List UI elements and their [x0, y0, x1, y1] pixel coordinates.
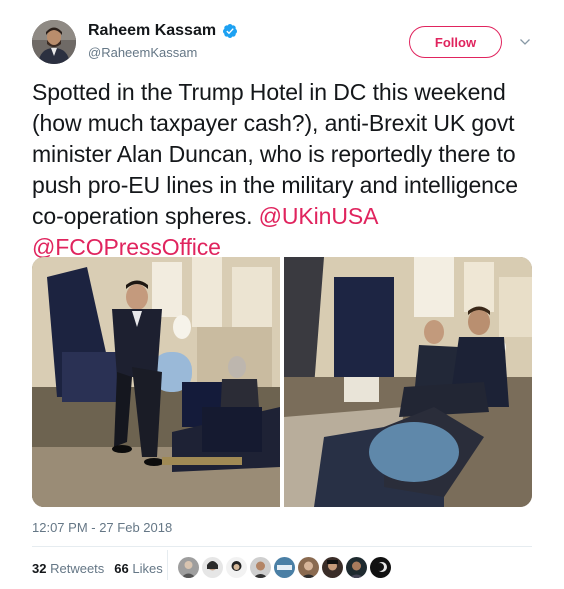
liker-avatar[interactable] [178, 557, 199, 578]
author-name-row[interactable]: Raheem Kassam [88, 22, 238, 40]
liker-avatar[interactable] [322, 557, 343, 578]
likers-avatars [178, 557, 391, 578]
tweet-photo[interactable] [284, 257, 532, 507]
tweet-photo[interactable] [32, 257, 280, 507]
tweet-text: Spotted in the Trump Hotel in DC this we… [32, 77, 532, 263]
chevron-down-icon[interactable] [519, 36, 531, 48]
stats-separator [167, 550, 168, 580]
verified-badge-icon [223, 24, 238, 38]
liker-avatar[interactable] [298, 557, 319, 578]
mention-link[interactable]: @UKinUSA [259, 203, 378, 229]
author-display-name[interactable]: Raheem Kassam [88, 22, 216, 40]
tweet-card: Raheem Kassam @RaheemKassam Follow Spott… [0, 0, 564, 589]
likes-count: 66 [114, 561, 129, 576]
liker-avatar[interactable] [370, 557, 391, 578]
follow-button[interactable]: Follow [409, 26, 502, 58]
retweets-count: 32 [32, 561, 47, 576]
liker-avatar[interactable] [202, 557, 223, 578]
retweets-stat[interactable]: 32 Retweets [32, 561, 104, 576]
likes-label: Likes [132, 561, 163, 576]
liker-avatar[interactable] [274, 557, 295, 578]
divider [32, 546, 532, 547]
liker-avatar[interactable] [250, 557, 271, 578]
author-avatar[interactable] [32, 20, 76, 64]
tweet-photos [32, 257, 532, 507]
retweets-label: Retweets [50, 561, 105, 576]
liker-avatar[interactable] [226, 557, 247, 578]
tweet-timestamp[interactable]: 12:07 PM - 27 Feb 2018 [32, 520, 172, 535]
tweet-stats: 32 Retweets 66 Likes [32, 561, 173, 576]
author-handle[interactable]: @RaheemKassam [88, 45, 197, 60]
liker-avatar[interactable] [346, 557, 367, 578]
likes-stat[interactable]: 66 Likes [114, 561, 162, 576]
